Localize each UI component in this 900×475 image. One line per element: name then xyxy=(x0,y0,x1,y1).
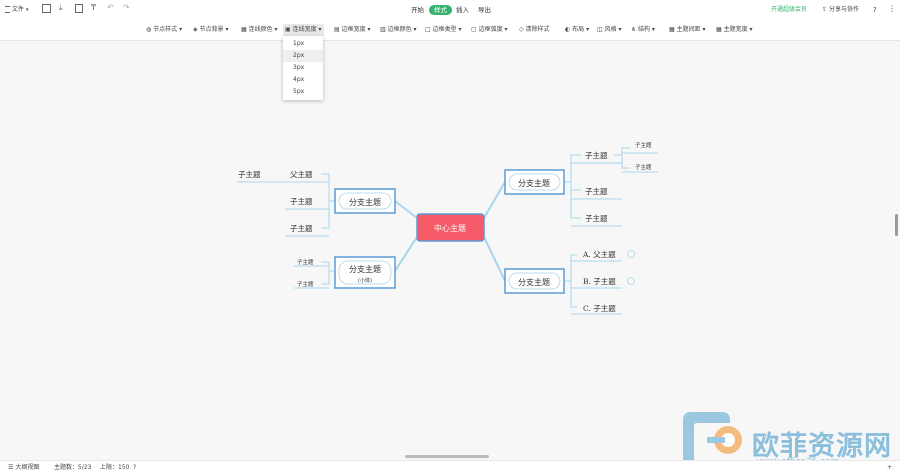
topic-count: 主题数：5/23 xyxy=(54,464,92,471)
dropdown-option-5px[interactable]: 5px xyxy=(283,86,323,98)
subtopic-small[interactable]: 子主题 xyxy=(635,163,652,171)
branch-label: 分支主题 xyxy=(349,197,381,207)
branch-note: (小体) xyxy=(358,277,372,284)
watermark-logo xyxy=(683,412,742,463)
outline-view-button[interactable]: ☰ 大纲视图 xyxy=(8,464,39,472)
subtopic[interactable]: 子主题 xyxy=(585,186,608,196)
subtopic[interactable]: 子主题 xyxy=(238,169,261,179)
dropdown-option-2px[interactable]: 2px xyxy=(283,50,323,62)
subtopic[interactable]: A. 父主题 xyxy=(582,249,616,259)
subtopic[interactable]: 子主题 xyxy=(585,213,608,223)
outline-view-label: 大纲视图 xyxy=(15,464,40,471)
vertical-scrollbar[interactable] xyxy=(895,214,898,236)
help-circle-icon[interactable]: ? xyxy=(133,464,136,472)
zoom-in-icon[interactable]: + xyxy=(887,464,892,472)
subtopic[interactable]: 父主题 xyxy=(290,169,313,179)
subtopic[interactable]: 子主题 xyxy=(290,223,313,233)
subtopic[interactable]: 子主题 xyxy=(585,150,608,160)
outline-icon: ☰ xyxy=(8,464,14,471)
status-bar: ☰ 大纲视图 主题数：5/23 上限：150 ? + xyxy=(0,460,900,475)
info-icon[interactable] xyxy=(627,250,635,258)
topic-limit: 上限：150 xyxy=(100,464,130,471)
subtopic-small[interactable]: 子主题 xyxy=(297,280,314,288)
dropdown-option-1px[interactable]: 1px xyxy=(283,38,323,50)
subtopic-small[interactable]: 子主题 xyxy=(297,258,314,266)
horizontal-scrollbar[interactable] xyxy=(405,455,489,458)
dropdown-option-3px[interactable]: 3px xyxy=(283,62,323,74)
subtopic-small[interactable]: 子主题 xyxy=(635,141,652,149)
subtopic[interactable]: 子主题 xyxy=(290,196,313,206)
center-topic-label: 中心主题 xyxy=(434,223,466,233)
line-width-dropdown: 1px 2px 3px 4px 5px xyxy=(283,36,323,100)
mindmap-canvas[interactable]: 中心主题 分支主题 分支主题 分支主题 分支主题 (小体) 子主题 子主题 子主… xyxy=(0,0,900,474)
branch-label: 分支主题 xyxy=(518,277,550,287)
subtopic[interactable]: C. 子主题 xyxy=(583,303,616,313)
branch-label: 分支主题 xyxy=(349,264,381,274)
branch-label: 分支主题 xyxy=(518,178,550,188)
info-icon[interactable] xyxy=(627,277,635,285)
subtopic[interactable]: B. 子主题 xyxy=(583,276,616,286)
dropdown-option-4px[interactable]: 4px xyxy=(283,74,323,86)
